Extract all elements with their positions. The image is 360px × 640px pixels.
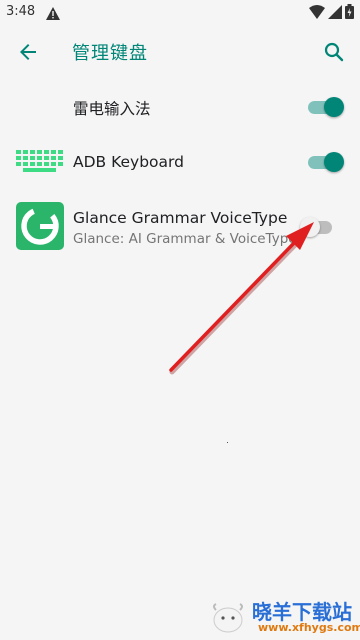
watermark-url: www.xfhygs.com: [258, 621, 360, 634]
battery-icon: [345, 4, 354, 23]
keyboard-toggle-adb[interactable]: [308, 152, 344, 172]
status-bar: 3:48: [0, 0, 360, 24]
wifi-icon: [309, 4, 325, 23]
keyboard-row-leidian[interactable]: 雷电输入法: [0, 80, 360, 135]
app-bar: 管理键盘: [0, 24, 360, 80]
keyboard-icon: [16, 150, 64, 176]
keyboard-row-glance[interactable]: Glance Grammar VoiceType Glance: AI Gram…: [0, 190, 360, 262]
arrow-back-icon[interactable]: [16, 40, 40, 64]
sheep-logo-icon: [213, 603, 243, 633]
keyboard-subtitle: Glance: AI Grammar & VoiceType: [73, 231, 297, 247]
stray-dot: [227, 442, 228, 443]
page-title: 管理键盘: [72, 43, 148, 64]
signal-icon: [328, 4, 342, 23]
keyboard-row-adb[interactable]: ADB Keyboard: [0, 135, 360, 190]
glance-g-icon: [16, 202, 64, 254]
search-icon[interactable]: [322, 40, 346, 64]
watermark: 晓羊下载站 www.xfhygs.com: [204, 594, 360, 640]
warning-icon: [46, 5, 60, 24]
keyboard-toggle-leidian[interactable]: [308, 97, 344, 117]
status-time: 3:48: [6, 4, 36, 19]
keyboard-title: Glance Grammar VoiceType: [73, 209, 288, 227]
keyboard-toggle-glance[interactable]: [300, 217, 336, 237]
keyboard-title: 雷电输入法: [73, 100, 151, 118]
keyboard-title: ADB Keyboard: [73, 153, 184, 171]
